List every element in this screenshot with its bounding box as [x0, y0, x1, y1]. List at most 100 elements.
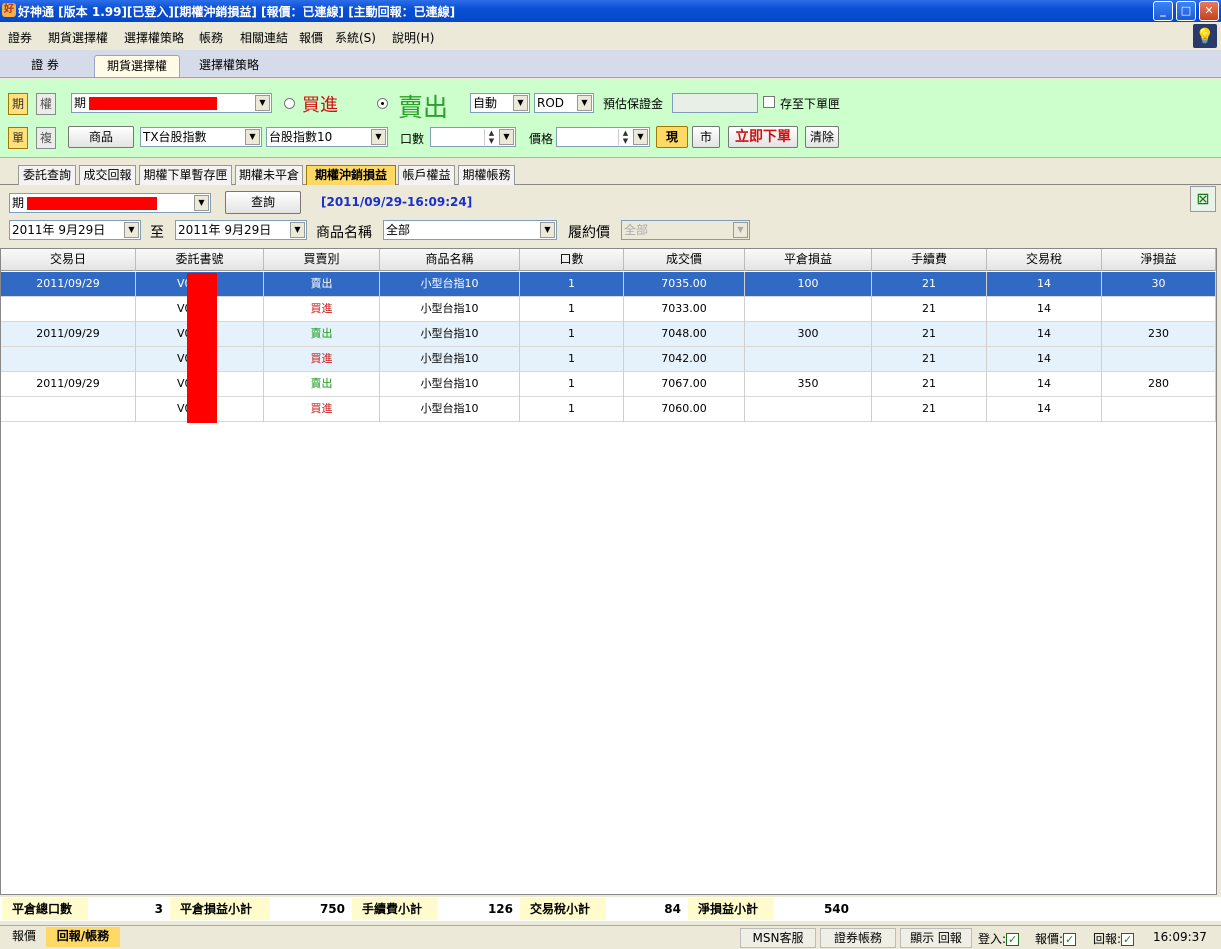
menu-quotes[interactable]: 報價: [299, 29, 323, 46]
show-report-button[interactable]: 顯示 回報: [900, 928, 972, 948]
table-row[interactable]: V0 買進 小型台指10 1 7060.00 21 14: [1, 397, 1216, 422]
excel-export-icon[interactable]: ⊠: [1190, 186, 1216, 212]
menu-help[interactable]: 說明(H): [392, 29, 434, 46]
cell-tax: 14: [987, 372, 1102, 397]
chevron-down-icon[interactable]: ▼: [540, 222, 555, 238]
maximize-button[interactable]: □: [1176, 1, 1196, 21]
tab-open-positions[interactable]: 期權未平倉: [235, 165, 303, 185]
col-qty[interactable]: 口數: [520, 249, 624, 271]
col-order-number[interactable]: 委託書號: [136, 249, 264, 271]
menu-option-strategy[interactable]: 選擇權策略: [124, 29, 184, 46]
minimize-button[interactable]: _: [1153, 1, 1173, 21]
date-to-picker[interactable]: 2011年 9月29日 ▼: [175, 220, 307, 240]
tab-fill-report[interactable]: 成交回報: [79, 165, 136, 185]
col-tax[interactable]: 交易稅: [987, 249, 1102, 271]
tab-offset-pl[interactable]: 期權沖銷損益: [306, 165, 396, 185]
menu-accounts[interactable]: 帳務: [199, 29, 223, 46]
product-select-value: TX台股指數: [143, 130, 207, 144]
clear-button[interactable]: 清除: [805, 126, 839, 148]
chevron-down-icon[interactable]: ▼: [633, 129, 648, 145]
account-select[interactable]: 期 ▼: [71, 93, 272, 113]
window-title: 好神通 [版本 1.99][已登入][期權沖銷損益] [報價：已連線] [主動回…: [18, 5, 456, 19]
tab-stocks[interactable]: 證 券: [14, 55, 76, 77]
market-now-button[interactable]: 現: [656, 126, 688, 148]
tab-option-strategy[interactable]: 選擇權策略: [188, 55, 270, 77]
menu-related-links[interactable]: 相關連結: [240, 29, 288, 46]
contract-select[interactable]: 台股指數10 ▼: [266, 127, 388, 147]
buy-label[interactable]: 買進: [302, 91, 338, 117]
col-side[interactable]: 買賣別: [264, 249, 380, 271]
tif-select-value: ROD: [537, 96, 565, 110]
product-button[interactable]: 商品: [68, 126, 134, 148]
chevron-down-icon[interactable]: ▼: [245, 129, 260, 145]
col-product[interactable]: 商品名稱: [380, 249, 520, 271]
clock: 16:09:37: [1153, 930, 1207, 944]
table-row[interactable]: V0 買進 小型台指10 1 7033.00 21 14: [1, 297, 1216, 322]
date-from-picker[interactable]: 2011年 9月29日 ▼: [9, 220, 141, 240]
tif-select[interactable]: ROD ▼: [534, 93, 594, 113]
qty-stepper[interactable]: ▲ ▼ ▼: [430, 127, 516, 147]
col-fee[interactable]: 手續費: [872, 249, 987, 271]
tab-reports-accounts[interactable]: 回報/帳務: [46, 927, 120, 947]
strike-select: 全部 ▼: [621, 220, 750, 240]
col-net-pl[interactable]: 淨損益: [1102, 249, 1216, 271]
tab-order-queue[interactable]: 期權下單暫存匣: [139, 165, 232, 185]
chevron-down-icon[interactable]: ▼: [577, 95, 592, 111]
price-stepper[interactable]: ▲ ▼ ▼: [556, 127, 650, 147]
cell-product: 小型台指10: [380, 372, 520, 397]
redaction-block: [27, 197, 157, 210]
submit-order-button[interactable]: 立即下單: [728, 126, 798, 148]
cell-qty: 1: [520, 297, 624, 322]
login-label: 登入:: [978, 932, 1007, 946]
chevron-down-icon[interactable]: ▼: [255, 95, 270, 111]
tab-quotes[interactable]: 報價: [4, 927, 44, 947]
chevron-down-icon[interactable]: ▼: [513, 95, 528, 111]
query-timestamp: [2011/09/29-16:09:24]: [321, 195, 473, 209]
chevron-down-icon[interactable]: ▼: [194, 195, 209, 211]
menu-futures-options[interactable]: 期貨選擇權: [48, 29, 108, 46]
cell-side: 買進: [264, 297, 380, 322]
spinner-icon[interactable]: ▲ ▼: [618, 129, 632, 145]
tab-order-query[interactable]: 委託查詢: [18, 165, 76, 185]
product-select[interactable]: TX台股指數 ▼: [140, 127, 262, 147]
table-row[interactable]: V0 買進 小型台指10 1 7042.00 21 14: [1, 347, 1216, 372]
table-row[interactable]: 2011/09/29 V0 賣出 小型台指10 1 7035.00 100 21 14 30: [1, 272, 1216, 297]
lightbulb-icon[interactable]: 💡: [1193, 24, 1217, 48]
product-name-select[interactable]: 全部 ▼: [383, 220, 557, 240]
single-order-button[interactable]: 單: [8, 127, 28, 149]
futures-type-button[interactable]: 期: [8, 93, 28, 115]
query-account-select[interactable]: 期 ▼: [9, 193, 211, 213]
combo-order-button[interactable]: 複: [36, 127, 56, 149]
sell-label[interactable]: 賣出: [398, 88, 448, 124]
tab-account-equity[interactable]: 帳戶權益: [398, 165, 455, 185]
menu-stocks[interactable]: 證券: [8, 29, 32, 46]
chevron-down-icon[interactable]: ▼: [371, 129, 386, 145]
chevron-down-icon[interactable]: ▼: [499, 129, 514, 145]
tab-futures-options[interactable]: 期貨選擇權: [94, 55, 180, 77]
tab-account-records[interactable]: 期權帳務: [458, 165, 515, 185]
spinner-icon[interactable]: ▲ ▼: [484, 129, 498, 145]
buy-radio[interactable]: [284, 98, 295, 109]
msn-support-button[interactable]: MSN客服: [740, 928, 816, 948]
query-button[interactable]: 查詢: [225, 191, 301, 214]
col-trade-date[interactable]: 交易日: [1, 249, 136, 271]
order-panel: 期 權 期 ▼ 買進 賣出 自動 ▼ ROD ▼ 預估保證金 存至下單匣 單 複…: [0, 79, 1221, 158]
options-type-button[interactable]: 權: [36, 93, 56, 115]
stock-accounts-button[interactable]: 證券帳務: [820, 928, 896, 948]
chevron-down-icon[interactable]: ▼: [124, 222, 139, 238]
sell-radio[interactable]: [377, 98, 388, 109]
col-close-pl[interactable]: 平倉損益: [745, 249, 872, 271]
table-row[interactable]: 2011/09/29 V0 賣出 小型台指10 1 7048.00 300 21 14 230: [1, 322, 1216, 347]
chevron-down-icon[interactable]: ▼: [290, 222, 305, 238]
title-bar: 好 好神通 [版本 1.99][已登入][期權沖銷損益] [報價：已連線] [主…: [0, 0, 1221, 22]
table-row[interactable]: 2011/09/29 V0 賣出 小型台指10 1 7067.00 350 21 14 280: [1, 372, 1216, 397]
menu-system[interactable]: 系統(S): [335, 29, 376, 46]
cell-net-pl: 30: [1102, 272, 1216, 297]
auto-select[interactable]: 自動 ▼: [470, 93, 530, 113]
quote-label: 報價:: [1035, 932, 1064, 946]
close-button[interactable]: ✕: [1199, 1, 1219, 21]
col-price[interactable]: 成交價: [624, 249, 745, 271]
save-to-queue-checkbox[interactable]: [763, 96, 775, 108]
summary-bar: 平倉總口數 3 平倉損益小計 750 手續費小計 126 交易稅小計 84 淨損…: [0, 897, 1221, 921]
market-button[interactable]: 市: [692, 126, 720, 148]
